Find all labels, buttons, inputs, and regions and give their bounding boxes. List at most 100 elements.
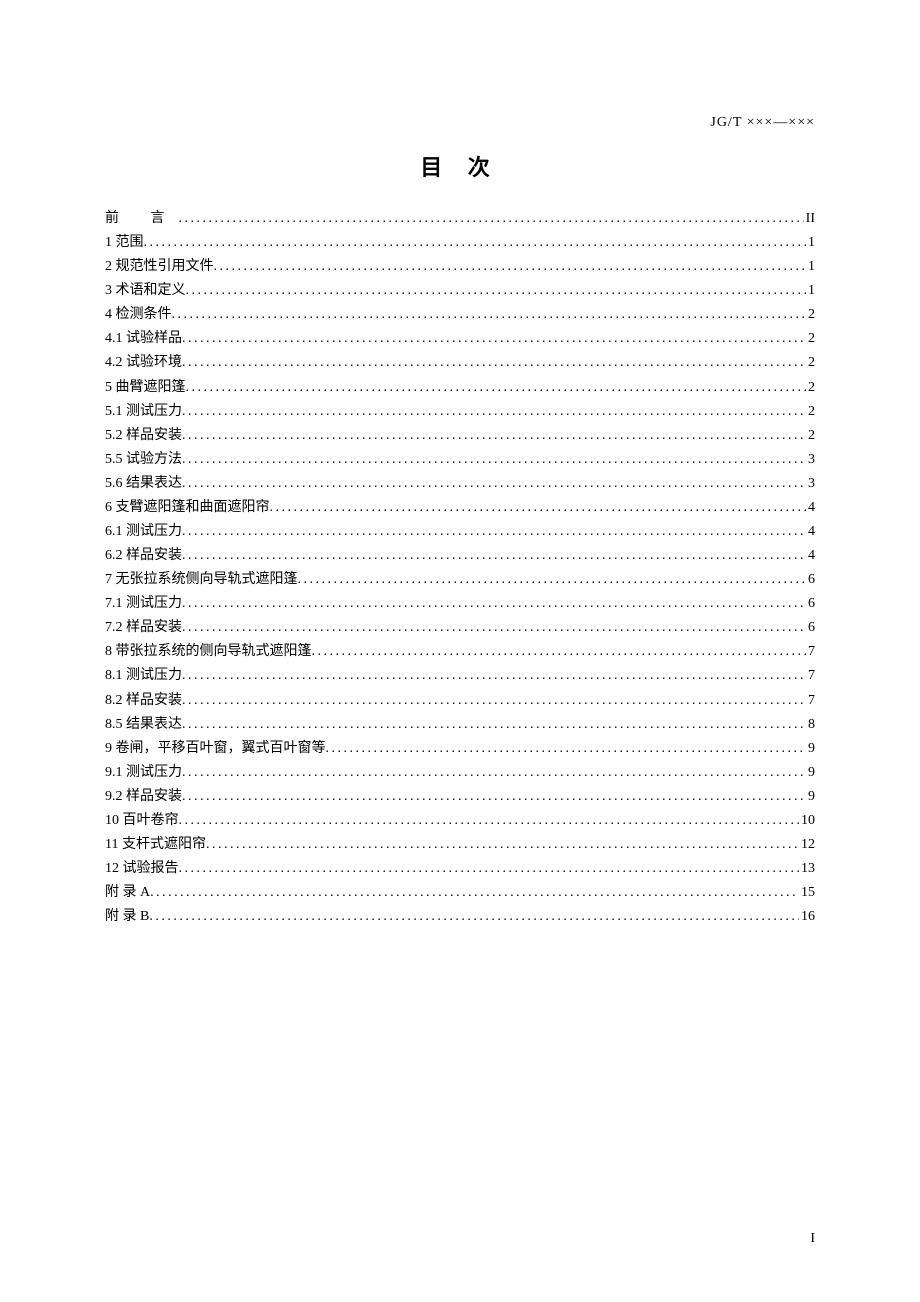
toc-entry-page: 3 — [806, 472, 815, 496]
toc-row: 4.1 试验样品 2 — [105, 327, 815, 351]
toc-row: 5.2 样品安装 2 — [105, 424, 815, 448]
toc-entry-label: 5.6 结果表达 — [105, 472, 182, 496]
toc-entry-page: 1 — [806, 255, 815, 279]
toc-row: 4 检测条件2 — [105, 303, 815, 327]
toc-leader-dots — [182, 616, 806, 640]
toc-leader-dots — [182, 351, 806, 375]
toc-entry-page: II — [804, 207, 815, 231]
toc-entry-label: 6.1 测试压力 — [105, 520, 182, 544]
toc-row: 4.2 试验环境2 — [105, 351, 815, 375]
toc-entry-page: 2 — [806, 303, 815, 327]
toc-entry-label: 附 录 B — [105, 905, 149, 929]
toc-leader-dots — [182, 713, 806, 737]
toc-entry-page: 8 — [806, 713, 815, 737]
toc-row: 12 试验报告 13 — [105, 857, 815, 881]
toc-entry-label: 4.1 试验样品 — [105, 327, 182, 351]
toc-entry-label: 9.1 测试压力 — [105, 761, 182, 785]
toc-leader-dots — [182, 448, 806, 472]
toc-entry-page: 13 — [799, 857, 815, 881]
toc-entry-label: 8.5 结果表达 — [105, 713, 182, 737]
toc-row: 5.5 试验方法3 — [105, 448, 815, 472]
toc-entry-label: 5.2 样品安装 — [105, 424, 182, 448]
toc-entry-label: 7.1 测试压力 — [105, 592, 182, 616]
toc-entry-page: 7 — [806, 664, 815, 688]
toc-entry-page: 6 — [806, 616, 815, 640]
toc-row: 8.1 测试压力 7 — [105, 664, 815, 688]
toc-entry-page: 4 — [806, 520, 815, 544]
toc-entry-label: 1 范围 — [105, 231, 144, 255]
toc-row: 7.1 测试压力 6 — [105, 592, 815, 616]
toc-row: 9 卷闸，平移百叶窗，翼式百叶窗等9 — [105, 737, 815, 761]
toc-entry-label: 3 术语和定义 — [105, 279, 186, 303]
toc-entry-label: 5.1 测试压力 — [105, 400, 182, 424]
toc-entry-label: 5 曲臂遮阳篷 — [105, 376, 186, 400]
toc-row: 8.2 样品安装 7 — [105, 689, 815, 713]
toc-entry-page: 3 — [806, 448, 815, 472]
toc-leader-dots — [270, 496, 807, 520]
toc-leader-dots — [172, 303, 807, 327]
toc-entry-page: 6 — [806, 568, 815, 592]
toc-entry-label: 7.2 样品安装 — [105, 616, 182, 640]
toc-leader-dots — [326, 737, 807, 761]
toc-title: 目 次 — [105, 150, 815, 182]
toc-leader-dots — [150, 881, 799, 905]
standard-code: JG/T ×××—××× — [710, 115, 815, 131]
toc-entry-label: 7 无张拉系统侧向导轨式遮阳篷 — [105, 568, 298, 592]
toc-row: 1 范围 1 — [105, 231, 815, 255]
toc-leader-dots — [206, 833, 799, 857]
toc-leader-dots — [144, 231, 807, 255]
toc-row: 2 规范性引用文件 1 — [105, 255, 815, 279]
toc-row: 9.1 测试压力 9 — [105, 761, 815, 785]
toc-entry-page: 6 — [806, 592, 815, 616]
toc-leader-dots — [182, 761, 806, 785]
toc-row: 11 支杆式遮阳帘 12 — [105, 833, 815, 857]
toc-entry-label: 11 支杆式遮阳帘 — [105, 833, 206, 857]
toc-entry-page: 7 — [806, 640, 815, 664]
toc-entry-page: 2 — [806, 424, 815, 448]
toc-leader-dots — [179, 857, 800, 881]
toc-entry-label: 8.2 样品安装 — [105, 689, 182, 713]
toc-entry-page: 1 — [806, 231, 815, 255]
toc-leader-dots — [182, 785, 806, 809]
toc-entry-page: 12 — [799, 833, 815, 857]
toc-leader-dots — [298, 568, 807, 592]
toc-entry-page: 9 — [806, 761, 815, 785]
toc-leader-dots — [182, 424, 806, 448]
toc-entry-page: 2 — [806, 376, 815, 400]
toc-entry-page: 2 — [806, 327, 815, 351]
toc-row: 9.2 样品安装9 — [105, 785, 815, 809]
toc-row: 8.5 结果表达 8 — [105, 713, 815, 737]
toc-row: 附 录 B16 — [105, 905, 815, 929]
toc-row: 7 无张拉系统侧向导轨式遮阳篷 6 — [105, 568, 815, 592]
page-number: I — [810, 1231, 815, 1247]
toc-entry-label: 9.2 样品安装 — [105, 785, 182, 809]
toc-row: 5.1 测试压力2 — [105, 400, 815, 424]
toc-entry-page: 4 — [806, 544, 815, 568]
toc-entry-label: 附 录 A — [105, 881, 150, 905]
toc-leader-dots — [182, 520, 806, 544]
toc-leader-dots — [186, 376, 807, 400]
toc-row: 附 录 A15 — [105, 881, 815, 905]
toc-entry-label: 12 试验报告 — [105, 857, 179, 881]
toc-row: 5 曲臂遮阳篷 2 — [105, 376, 815, 400]
toc-entry-label: 9 卷闸，平移百叶窗，翼式百叶窗等 — [105, 737, 326, 761]
toc-entry-page: 7 — [806, 689, 815, 713]
toc-entry-page: 1 — [806, 279, 815, 303]
toc-entry-label: 2 规范性引用文件 — [105, 255, 214, 279]
toc-row: 前 言 II — [105, 207, 815, 231]
toc-entry-label: 8.1 测试压力 — [105, 664, 182, 688]
toc-entry-label: 8 带张拉系统的侧向导轨式遮阳篷 — [105, 640, 312, 664]
toc-entry-label: 6.2 样品安装 — [105, 544, 182, 568]
toc-row: 6 支臂遮阳篷和曲面遮阳帘4 — [105, 496, 815, 520]
toc-leader-dots — [182, 689, 806, 713]
document-page: JG/T ×××—××× 目 次 前 言 II 1 范围 1 2 规范性引用文件 1 3 术… — [0, 0, 920, 1302]
toc-entry-label: 前 言 — [105, 207, 179, 231]
toc-row: 6.2 样品安装 4 — [105, 544, 815, 568]
toc-leader-dots — [182, 664, 806, 688]
toc-entry-page: 10 — [799, 809, 815, 833]
toc-leader-dots — [182, 592, 806, 616]
toc-row: 10 百叶卷帘10 — [105, 809, 815, 833]
toc-row: 7.2 样品安装 6 — [105, 616, 815, 640]
toc-leader-dots — [312, 640, 807, 664]
toc-entry-label: 6 支臂遮阳篷和曲面遮阳帘 — [105, 496, 270, 520]
